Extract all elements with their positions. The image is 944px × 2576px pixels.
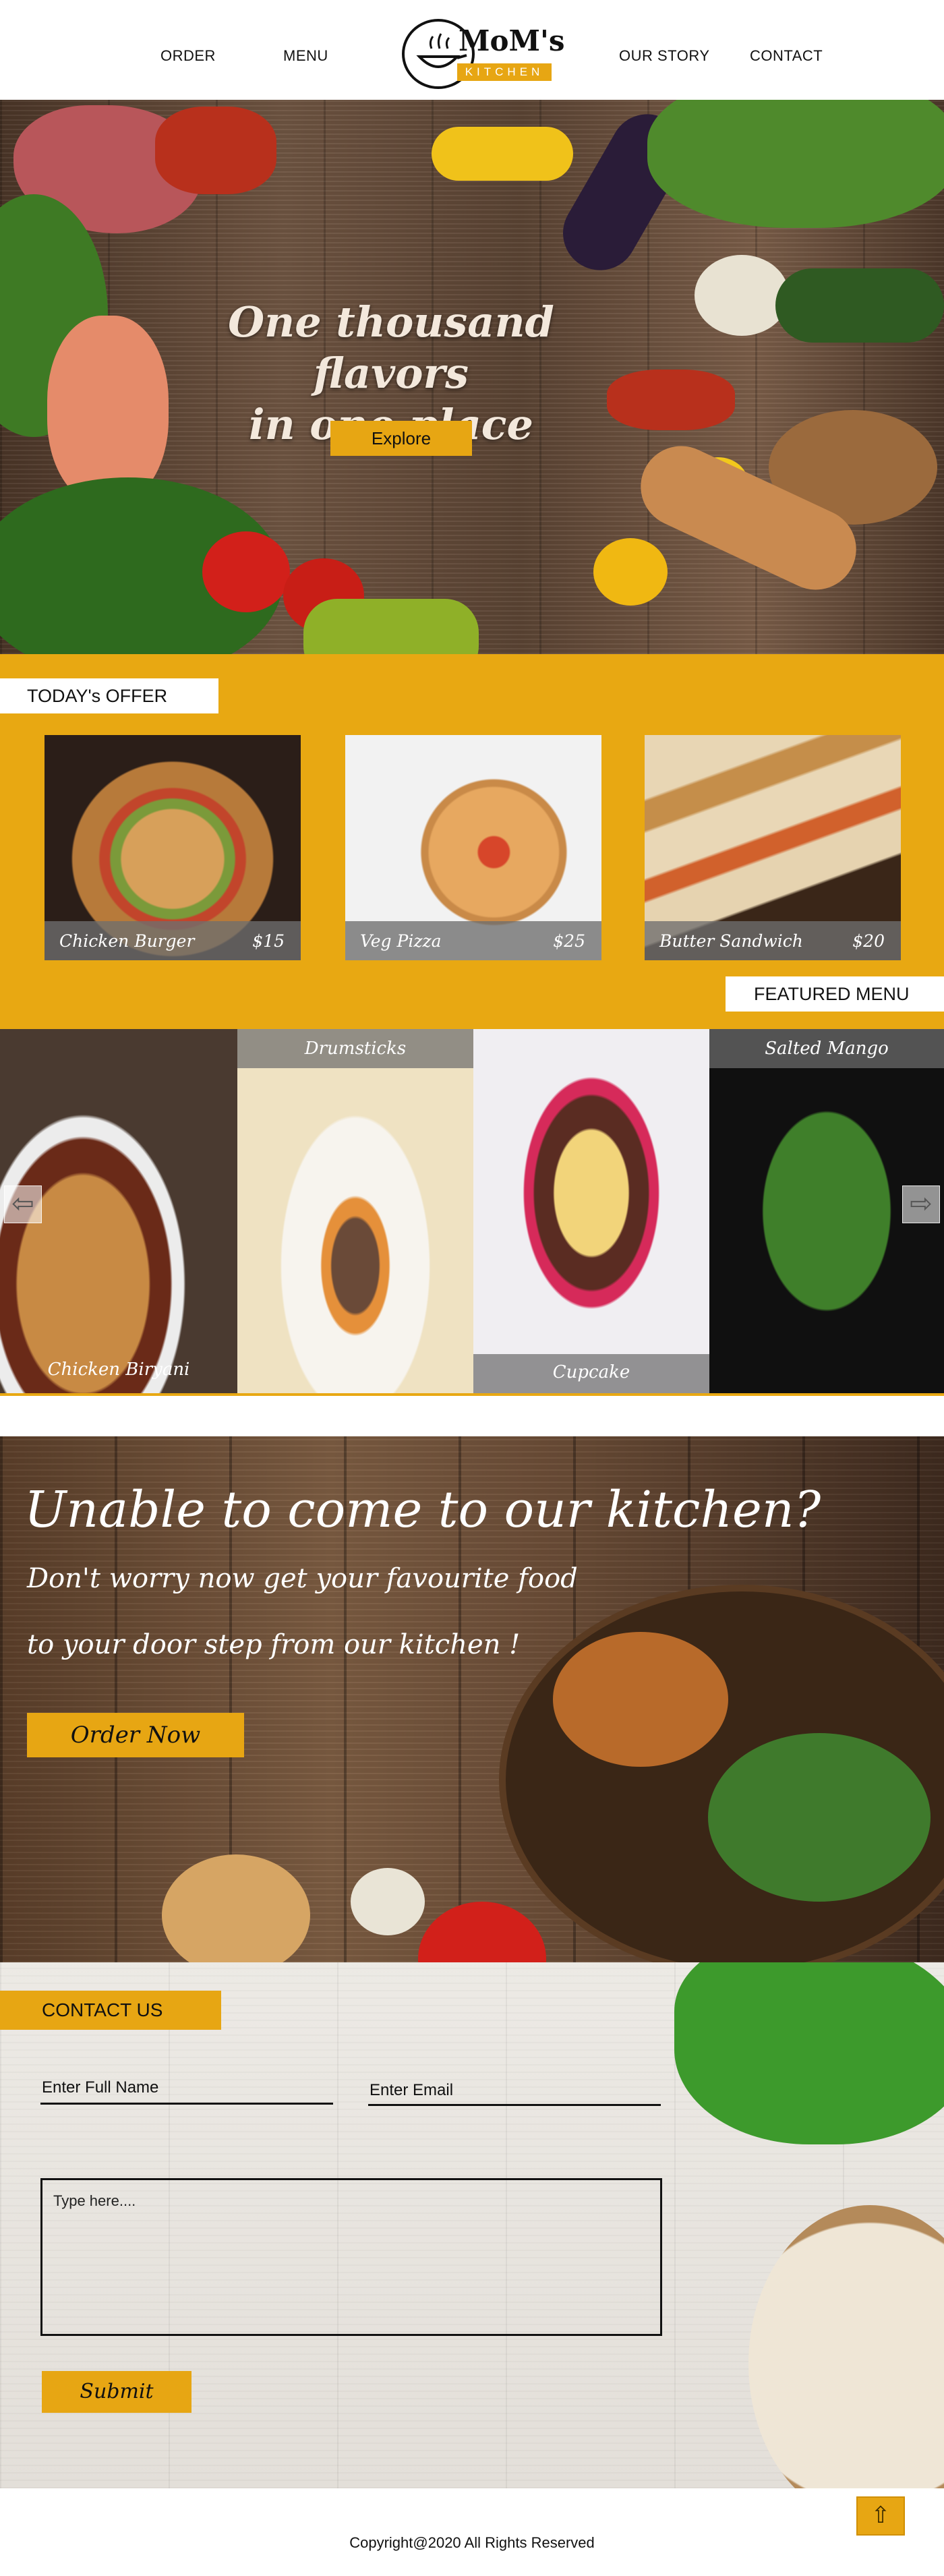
offer-card-veg-pizza[interactable]: Veg Pizza $25 [345, 735, 601, 960]
delivery-title: Unable to come to our kitchen? [24, 1481, 821, 1539]
salad-pan-image [708, 1733, 931, 1902]
tomato-image [202, 531, 290, 612]
order-now-button[interactable]: Order Now [27, 1713, 244, 1757]
nav-contact-link[interactable]: CONTACT [750, 47, 823, 65]
featured-item-label: Cupcake [552, 1362, 630, 1382]
carousel-next-button[interactable]: ⇨ [902, 1185, 940, 1223]
nav-order-link[interactable]: ORDER [160, 47, 216, 65]
featured-menu-heading: FEATURED MENU [726, 976, 944, 1012]
message-textarea[interactable]: Type here.... [40, 2178, 662, 2336]
full-name-label: Enter Full Name [42, 2078, 159, 2097]
featured-item-label: Chicken Biryani [47, 1359, 190, 1380]
home-delivery-banner: Unable to come to our kitchen? Don't wor… [0, 1436, 944, 1962]
nav-menu-link[interactable]: MENU [283, 47, 328, 65]
nav-our-story-link[interactable]: OUR STORY [619, 47, 710, 65]
top-navigation: ORDER MENU MoM's KITCHEN OUR STORY CONTA… [0, 0, 944, 100]
contact-us-heading: CONTACT US [0, 1991, 221, 2030]
offer-price: $15 [252, 931, 285, 951]
message-placeholder: Type here.... [53, 2192, 136, 2209]
delivery-text-line1: Don't worry now get your favourite food [27, 1563, 578, 1594]
explore-button[interactable]: Explore [330, 421, 472, 456]
crayfish-image [155, 107, 276, 194]
todays-offer-heading: TODAY's OFFER [0, 678, 218, 713]
green-onions-image [647, 100, 944, 228]
carousel-prev-button[interactable]: ⇦ [4, 1185, 42, 1223]
featured-item-cupcake[interactable]: Cupcake [473, 1029, 709, 1393]
hero-title-line1: One thousand flavors [228, 297, 554, 398]
offer-price: $25 [553, 931, 585, 951]
sauce-bowl-image [351, 1868, 425, 1935]
peppers-image [303, 599, 479, 654]
back-to-top-button[interactable]: ⇧ [856, 2496, 905, 2536]
contact-section: CONTACT US Enter Full Name Enter Email T… [0, 1962, 944, 2488]
todays-offer-section: TODAY's OFFER Chicken Burger $15 Veg Piz… [0, 654, 944, 1029]
arrow-left-icon: ⇦ [11, 1189, 34, 1219]
copyright-text: Copyright@2020 All Rights Reserved [349, 2534, 595, 2551]
corn-image [432, 127, 573, 181]
email-input[interactable] [368, 2104, 661, 2106]
offer-card-chicken-burger[interactable]: Chicken Burger $15 [45, 735, 301, 960]
featured-item-label: Drumsticks [304, 1038, 407, 1059]
full-name-input[interactable] [40, 2103, 333, 2105]
featured-item-drumsticks[interactable]: Drumsticks [237, 1029, 473, 1393]
hero-banner: One thousand flavors in one place Explor… [0, 100, 944, 654]
arrow-up-icon: ⇧ [871, 2502, 891, 2528]
featured-menu-carousel: Chicken Biryani Drumsticks Cupcake Salte… [0, 1029, 944, 1396]
offer-name: Veg Pizza [360, 931, 442, 951]
email-label: Enter Email [370, 2081, 454, 2099]
yellow-tomatoes-image [593, 538, 668, 606]
offer-name: Butter Sandwich [659, 931, 803, 951]
bread-image [162, 1854, 310, 1962]
burger-bun-image [553, 1632, 728, 1767]
page-footer: Copyright@2020 All Rights Reserved ⇧ [0, 2488, 944, 2576]
arrow-right-icon: ⇨ [910, 1189, 933, 1219]
submit-button[interactable]: Submit [42, 2371, 191, 2413]
tomato-image [418, 1902, 546, 1962]
green-leaves-image [674, 1962, 944, 2144]
logo-subtitle: KITCHEN [457, 63, 552, 81]
offer-price: $20 [852, 931, 885, 951]
logo-title: MoM's [459, 24, 565, 57]
delivery-text-line2: to your door step from our kitchen ! [27, 1629, 521, 1660]
garlic-image [695, 255, 789, 336]
brand-logo[interactable]: MoM's KITCHEN [402, 16, 565, 90]
bread-loaf-image [748, 2205, 944, 2488]
featured-item-label: Salted Mango [765, 1038, 889, 1059]
offer-card-butter-sandwich[interactable]: Butter Sandwich $20 [645, 735, 901, 960]
cucumber-image [775, 268, 944, 343]
offer-name: Chicken Burger [59, 931, 195, 951]
